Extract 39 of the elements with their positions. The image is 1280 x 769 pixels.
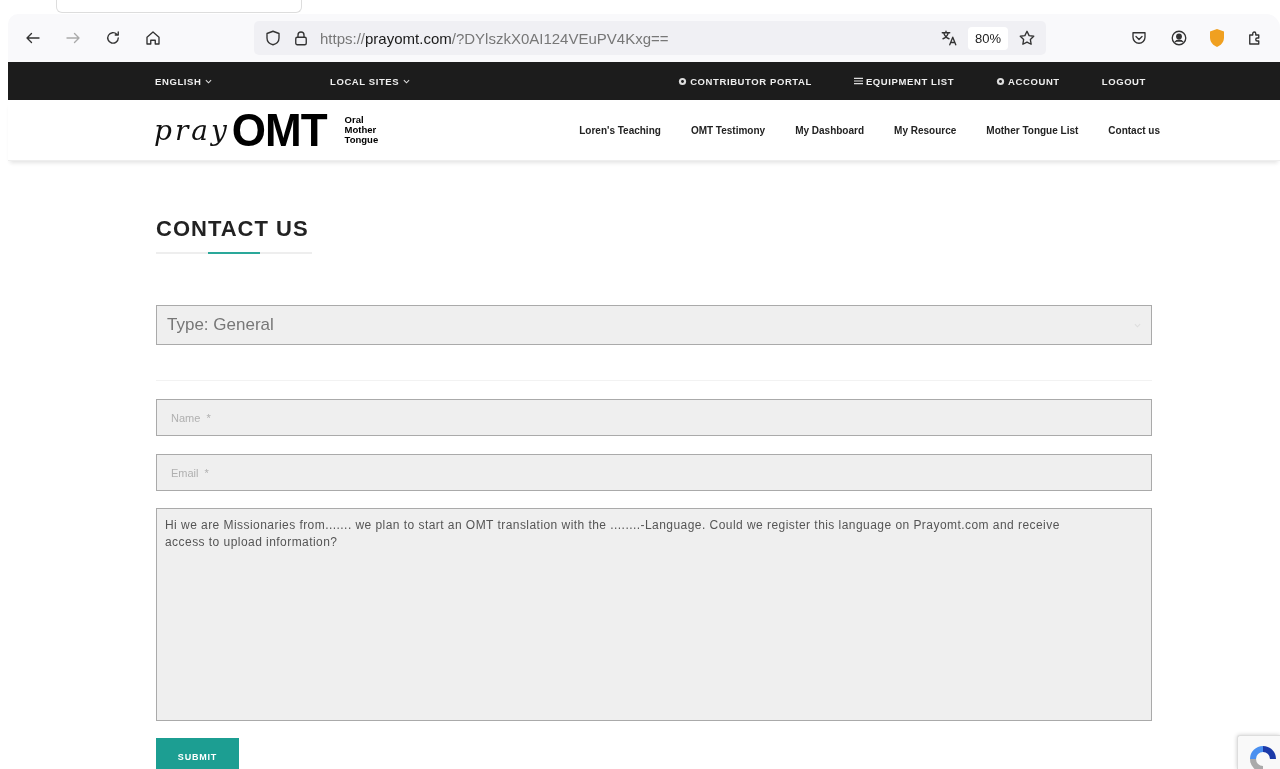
nav-link[interactable]: Loren's Teaching — [579, 124, 661, 136]
name-field[interactable]: Name * — [156, 399, 1152, 436]
logo-mark: OMT — [231, 103, 327, 157]
address-bar[interactable]: https://prayomt.com/?DYlszkX0AI124VEuPV4Kxg== 80% — [254, 21, 1046, 55]
menu-link[interactable]: ENGLISH — [155, 75, 330, 87]
gear-icon — [996, 76, 1006, 86]
message-field[interactable]: Hi we are Missionaries from....... we plan to start an OMT translation with the ........-Language. Could we register this language on Prayomt.com and receive access to upload information? — [156, 508, 1152, 721]
reload-icon[interactable] — [104, 29, 122, 47]
url-text: https://prayomt.com/?DYlszkX0AI124VEuPV4Kxg== — [320, 29, 670, 47]
pocket-icon[interactable] — [1130, 29, 1148, 47]
nav-link[interactable]: OMT Testimony — [690, 124, 766, 136]
caret-icon — [403, 78, 411, 84]
nav-link[interactable]: My Dashboard — [795, 124, 865, 136]
page-title: CONTACT US — [156, 216, 309, 242]
translate-icon[interactable] — [939, 29, 958, 47]
account-icon[interactable] — [1170, 29, 1188, 47]
menu-link[interactable]: ACCOUNT — [996, 75, 1060, 87]
nav-link[interactable]: Mother Tongue List — [986, 124, 1079, 136]
menu-link[interactable]: LOCAL SITES — [330, 75, 505, 87]
nav-link[interactable]: Contact us — [1108, 124, 1160, 136]
star-icon[interactable] — [1018, 29, 1036, 47]
lock-icon[interactable] — [292, 29, 310, 47]
logo-tagline: Mother — [344, 125, 378, 135]
logo-tagline: Oral — [344, 115, 365, 125]
logo-script: pray — [154, 113, 230, 147]
list-icon — [853, 77, 863, 85]
zoom-level[interactable]: 80% — [967, 26, 1008, 50]
menu-link[interactable]: EQUIPMENT LIST — [853, 75, 955, 87]
type-dropdown[interactable]: Type: General — [156, 305, 1152, 345]
home-icon[interactable] — [144, 29, 162, 47]
menu-link[interactable]: CONTRIBUTOR PORTAL — [678, 75, 812, 87]
nav-link[interactable]: My Resource — [894, 124, 957, 136]
logo-tagline: Tongue — [344, 135, 379, 145]
recaptcha-icon — [1248, 744, 1278, 769]
shield-icon[interactable] — [264, 29, 282, 47]
gear-icon — [678, 76, 688, 86]
email-field[interactable]: Email * — [156, 454, 1152, 491]
caret-icon — [205, 78, 213, 84]
menu-link[interactable]: LOGOUT — [1101, 75, 1146, 87]
